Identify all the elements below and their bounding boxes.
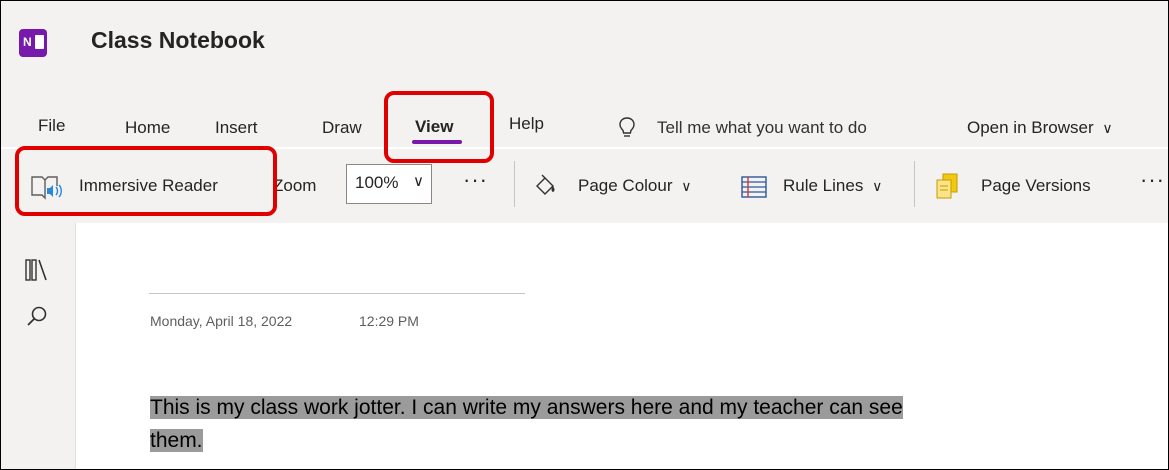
more-options-icon[interactable]: ···: [463, 167, 488, 193]
overflow-menu-icon[interactable]: ···: [1140, 167, 1165, 193]
rule-lines-button[interactable]: Rule Lines ∨: [783, 176, 882, 196]
page-colour-icon: [532, 173, 558, 199]
notebooks-icon[interactable]: [23, 257, 51, 283]
note-text[interactable]: This is my class work jotter. I can writ…: [150, 391, 1050, 457]
notebook-title: Class Notebook: [91, 27, 265, 53]
search-icon[interactable]: [25, 305, 49, 329]
chevron-down-icon: ∨: [681, 178, 692, 194]
view-tab-callout: [384, 91, 494, 163]
tab-file[interactable]: File: [38, 116, 65, 136]
page-versions-icon: [934, 172, 960, 200]
open-in-browser-label: Open in Browser: [967, 118, 1094, 137]
title-bar: N Class Notebook: [1, 1, 1168, 85]
note-line-2: them.: [150, 429, 203, 452]
chevron-down-icon: ∨: [413, 173, 424, 190]
page-title-line[interactable]: [149, 293, 525, 294]
toolbar-divider: [514, 161, 515, 207]
chevron-down-icon: ∨: [872, 178, 883, 194]
rule-lines-icon: [740, 174, 768, 200]
zoom-value: 100%: [355, 173, 399, 192]
page-colour-button[interactable]: Page Colour ∨: [578, 176, 692, 196]
page-versions-button[interactable]: Page Versions: [981, 176, 1091, 196]
tell-me-search[interactable]: Tell me what you want to do: [657, 118, 867, 138]
zoom-label: Zoom: [273, 176, 317, 195]
logo-letter: N: [23, 35, 32, 49]
zoom-dropdown[interactable]: 100% ∨: [346, 164, 432, 204]
page-colour-label: Page Colour: [578, 176, 673, 195]
page-time: 12:29 PM: [359, 313, 419, 329]
onenote-window: N Class Notebook File Home Insert Draw V…: [0, 0, 1169, 470]
chevron-down-icon: ∨: [1102, 120, 1113, 136]
tab-insert[interactable]: Insert: [215, 118, 258, 138]
rule-lines-label: Rule Lines: [783, 176, 864, 195]
toolbar-divider: [914, 161, 915, 207]
tab-draw[interactable]: Draw: [322, 118, 362, 138]
open-in-browser-button[interactable]: Open in Browser ∨: [967, 118, 1113, 138]
tab-help[interactable]: Help: [509, 114, 544, 134]
lightbulb-icon: [616, 116, 638, 140]
immersive-reader-callout: [15, 146, 277, 216]
tab-home[interactable]: Home: [125, 118, 170, 138]
onenote-logo-icon: N: [19, 29, 47, 57]
page-date: Monday, April 18, 2022: [150, 313, 293, 329]
note-line-1: This is my class work jotter. I can writ…: [150, 396, 903, 419]
